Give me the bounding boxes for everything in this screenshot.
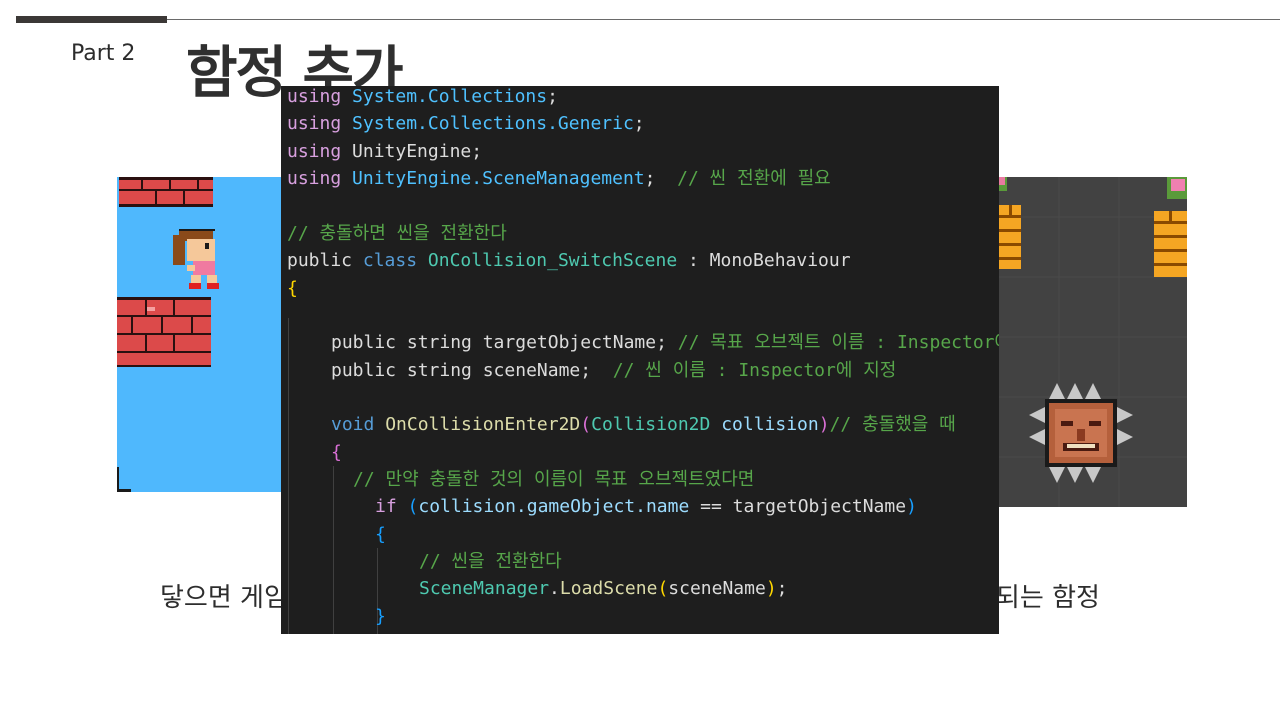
- player-character-sprite: [173, 229, 219, 289]
- code-line: {: [287, 278, 298, 299]
- code-line: using UnityEngine.SceneManagement; // 씬 …: [287, 168, 831, 189]
- header-rule-accent: [16, 16, 167, 23]
- brick-platform: [117, 297, 211, 367]
- spiked-trap-sprite: [1029, 383, 1133, 483]
- header-rule: [167, 19, 1280, 20]
- code-line: if (collision.gameObject.name == targetO…: [375, 496, 917, 517]
- code-line: {: [375, 524, 386, 545]
- code-editor-panel: using System.Collections; using System.C…: [281, 86, 999, 634]
- trap-scene: [999, 177, 1187, 507]
- indent-guide: [333, 466, 334, 634]
- indent-guide: [288, 318, 289, 634]
- code-line: // 씬을 전환한다: [419, 551, 562, 572]
- code-line: void OnCollisionEnter2D(Collision2D coll…: [331, 414, 956, 435]
- code-line: // 만약 충돌한 것의 이름이 목표 오브젝트였다면: [353, 469, 755, 490]
- code-line: }: [375, 606, 386, 627]
- game-screenshot-left: [117, 177, 281, 492]
- game-screenshot-right: [999, 177, 1187, 507]
- code-line: {: [331, 442, 342, 463]
- code-line: using System.Collections.Generic;: [287, 113, 645, 134]
- caption-right: 되는 함정: [996, 583, 1100, 613]
- orange-brick-column-left: [999, 205, 1021, 269]
- plant-sprite-left: [999, 177, 1007, 191]
- code-line: public class OnCollision_SwitchScene : M…: [287, 250, 851, 271]
- code-line: SceneManager.LoadScene(sceneName);: [419, 578, 788, 599]
- caption-left: 닿으면 게임: [160, 583, 288, 613]
- brick-platform-scene: [117, 177, 219, 492]
- code-line: // 충돌하면 씬을 전환한다: [287, 223, 507, 244]
- code-line: using UnityEngine;: [287, 141, 483, 162]
- code-line: public string targetObjectName; // 목표 오브…: [331, 332, 999, 353]
- part-label: Part 2: [71, 41, 136, 66]
- code-line: using System.Collections;: [287, 86, 558, 107]
- orange-brick-column-right: [1154, 211, 1187, 277]
- code-line: public string sceneName; // 씬 이름 : Inspe…: [331, 360, 897, 381]
- plant-sprite-right: [1167, 177, 1187, 199]
- brick-wall-top: [119, 177, 213, 207]
